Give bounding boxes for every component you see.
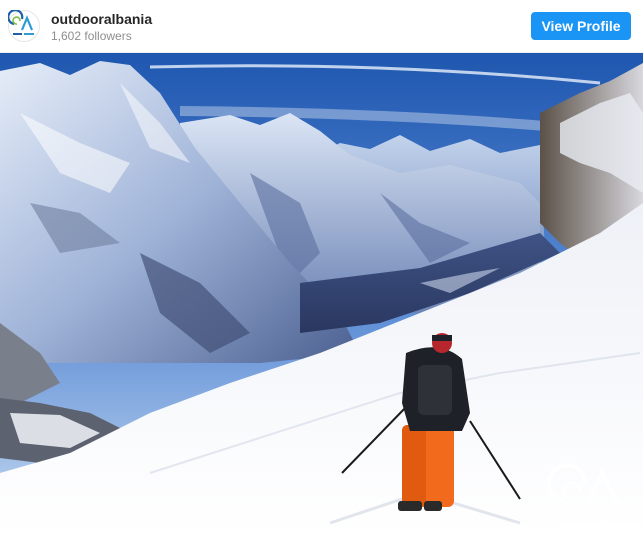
instagram-embed-card: outdooralbania 1,602 followers View Prof…: [0, 0, 643, 536]
watermark-word-outdoor: Outdoor: [560, 522, 597, 533]
follower-count: 1,602 followers: [51, 29, 132, 43]
view-profile-button[interactable]: View Profile: [531, 12, 631, 40]
profile-header: outdooralbania 1,602 followers View Prof…: [0, 0, 643, 53]
post-image[interactable]: Outdoor Albania: [0, 53, 643, 536]
profile-username[interactable]: outdooralbania: [51, 11, 152, 27]
outdoor-albania-logo-icon: [7, 9, 40, 42]
profile-avatar[interactable]: [7, 9, 40, 42]
watermark-word-albania: Albania: [594, 519, 642, 534]
